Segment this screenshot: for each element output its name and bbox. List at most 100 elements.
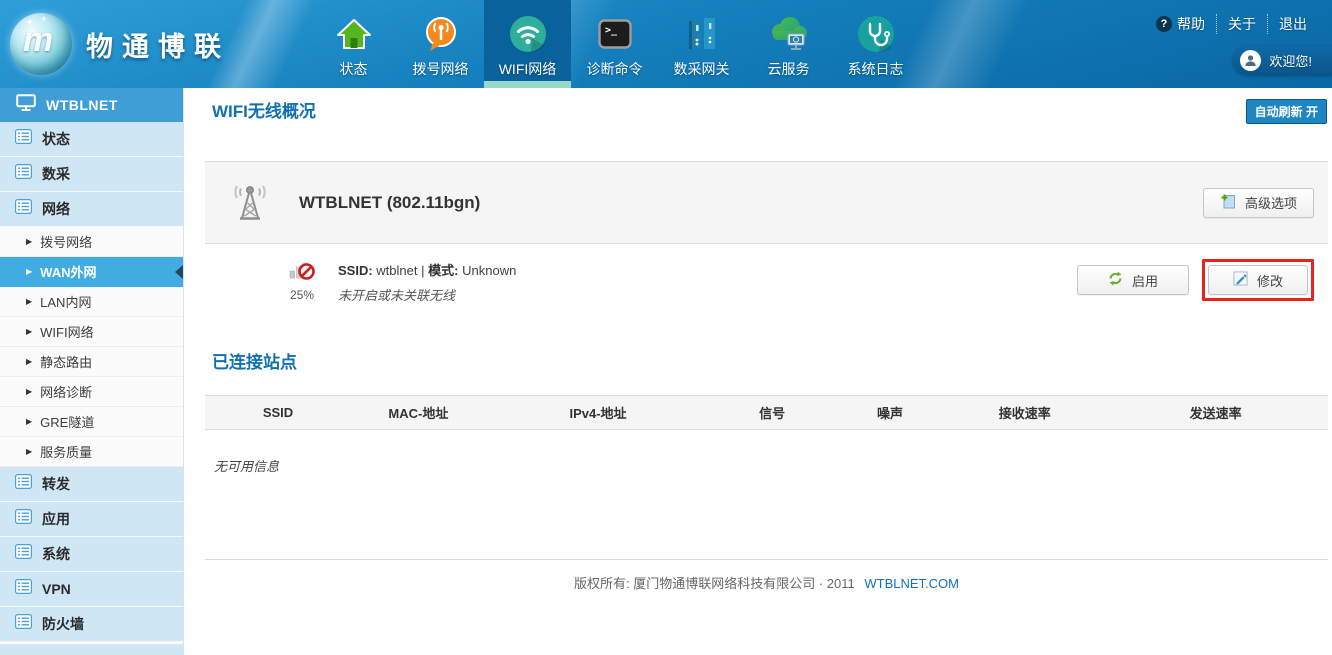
ssid-label: SSID: [338, 263, 373, 278]
wifi-status-row: 25% SSID: wtblnet | 模式: Unknown 未开启或未关联无… [205, 244, 1328, 322]
logo-sphere-icon: m ✦ ✦ [10, 13, 72, 75]
list-icon [15, 129, 32, 149]
question-icon: ? [1156, 16, 1172, 32]
welcome-badge[interactable]: 欢迎您! [1233, 46, 1332, 75]
main-nav: 状态 拨号网络 [310, 0, 919, 88]
home-icon [336, 14, 372, 54]
server-cabinet-icon [685, 14, 719, 54]
selected-notch-icon [175, 265, 183, 279]
sidebar-item-vpn[interactable]: VPN [0, 572, 183, 607]
mode-value: Unknown [462, 263, 516, 278]
list-icon [15, 614, 32, 634]
list-icon [15, 509, 32, 529]
sidebar-item-gre-tunnel[interactable]: ▶ GRE隧道 [0, 407, 183, 437]
caret-right-icon: ▶ [26, 268, 32, 276]
sidebar-item-status[interactable]: 状态 [0, 122, 183, 157]
sidebar-item-system[interactable]: 系统 [0, 537, 183, 572]
sidebar-item-dial-network[interactable]: ▶ 拨号网络 [0, 227, 183, 257]
nav-dial-network[interactable]: 拨号网络 [397, 0, 484, 88]
sidebar-item-application[interactable]: 应用 [0, 502, 183, 537]
copyright-text: 版权所有: 厦门物通博联网络科技有限公司 · 2011 [574, 576, 855, 591]
enable-button[interactable]: 启用 [1077, 265, 1189, 295]
list-icon [15, 164, 32, 184]
add-page-icon [1220, 193, 1236, 212]
site-link[interactable]: WTBLNET.COM [864, 576, 959, 591]
sidebar-device-header: WTBLNET [0, 88, 183, 122]
sidebar-item-wan[interactable]: ▶ WAN外网 [0, 257, 183, 287]
brand-name: 物通博联 [86, 25, 230, 64]
signal-block: 25% [282, 257, 322, 302]
modify-button[interactable]: 修改 [1208, 265, 1308, 295]
caret-right-icon: ▶ [26, 448, 32, 456]
caret-right-icon: ▶ [26, 298, 32, 306]
nav-diagnostic-command[interactable]: >_ 诊断命令 [571, 0, 658, 88]
sidebar-item-firewall[interactable]: 防火墙 [0, 607, 183, 642]
no-data-message: 无可用信息 [214, 456, 1328, 475]
separator: | [421, 263, 424, 278]
nav-status[interactable]: 状态 [310, 0, 397, 88]
col-signal: 信号 [710, 396, 834, 430]
col-rx-rate: 接收速率 [946, 396, 1103, 430]
caret-right-icon: ▶ [26, 388, 32, 396]
col-noise: 噪声 [834, 396, 946, 430]
list-icon [15, 474, 32, 494]
ssid-info: SSID: wtblnet | 模式: Unknown 未开启或未关联无线 [338, 257, 516, 304]
signal-percent: 25% [282, 288, 322, 302]
nav-system-log[interactable]: 系统日志 [832, 0, 919, 88]
user-icon [1240, 50, 1261, 71]
utility-links: ? 帮助 关于 退出 [1145, 14, 1318, 34]
stations-table: SSID MAC-地址 IPv4-地址 信号 噪声 接收速率 发送速率 [205, 395, 1328, 430]
list-icon [15, 579, 32, 599]
nav-data-gateway[interactable]: 数采网关 [658, 0, 745, 88]
sidebar-item-network[interactable]: 网络 [0, 192, 183, 227]
help-link[interactable]: ? 帮助 [1145, 14, 1216, 34]
device-name: WTBLNET [46, 97, 118, 113]
advanced-options-button[interactable]: 高级选项 [1203, 188, 1314, 218]
sidebar-item-wifi[interactable]: ▶ WIFI网络 [0, 317, 183, 347]
ssid-line: SSID: wtblnet | 模式: Unknown [338, 260, 516, 279]
mode-label: 模式: [428, 263, 458, 278]
sidebar-item-qos[interactable]: ▶ 服务质量 [0, 437, 183, 467]
router-admin-window: m ✦ ✦ 物通博联 状态 [0, 0, 1332, 655]
top-bar: m ✦ ✦ 物通博联 状态 [0, 0, 1332, 88]
caret-right-icon: ▶ [26, 418, 32, 426]
col-tx-rate: 发送速率 [1103, 396, 1328, 430]
nav-wifi-network[interactable]: WIFI网络 [484, 0, 571, 88]
wifi-status-text: 未开启或未关联无线 [338, 285, 516, 304]
sidebar-item-lan[interactable]: ▶ LAN内网 [0, 287, 183, 317]
refresh-icon [1108, 271, 1123, 289]
dial-network-icon [423, 14, 459, 54]
sidebar-item-forwarding[interactable]: 转发 [0, 467, 183, 502]
caret-right-icon: ▶ [26, 358, 32, 366]
nav-cloud-service[interactable]: 云服务 [745, 0, 832, 88]
stations-header-row: SSID MAC-地址 IPv4-地址 信号 噪声 接收速率 发送速率 [205, 396, 1328, 430]
cloud-icon [768, 14, 810, 54]
stethoscope-icon [857, 14, 895, 54]
monitor-icon [16, 94, 36, 117]
caret-right-icon: ▶ [26, 238, 32, 246]
page-title: WIFI无线概况 [212, 97, 1328, 122]
svg-text:>_: >_ [605, 25, 618, 36]
about-link[interactable]: 关于 [1216, 14, 1267, 34]
list-icon [15, 199, 32, 219]
list-icon [15, 544, 32, 564]
antenna-tower-icon [229, 178, 271, 227]
brand-logo: m ✦ ✦ 物通博联 [0, 0, 310, 88]
ssid-value: wtblnet [376, 263, 417, 278]
highlight-box: 修改 [1202, 259, 1314, 301]
col-ipv4-address: IPv4-地址 [486, 396, 711, 430]
sidebar-filler [0, 642, 183, 655]
footer-divider [205, 559, 1328, 560]
sidebar-item-network-diagnosis[interactable]: ▶ 网络诊断 [0, 377, 183, 407]
wifi-device-header: WTBLNET (802.11bgn) 高级选项 [205, 161, 1328, 244]
auto-refresh-toggle[interactable]: 自动刷新 开 [1246, 99, 1327, 124]
sidebar-item-data-acquisition[interactable]: 数采 [0, 157, 183, 192]
wifi-action-buttons: 启用 修改 [1077, 257, 1314, 301]
caret-right-icon: ▶ [26, 328, 32, 336]
main-content: WIFI无线概况 自动刷新 开 WTBLNET (802.11bgn [184, 88, 1332, 655]
col-ssid: SSID [205, 396, 351, 430]
sidebar-item-static-route[interactable]: ▶ 静态路由 [0, 347, 183, 377]
logout-link[interactable]: 退出 [1267, 14, 1318, 34]
terminal-icon: >_ [598, 14, 632, 54]
connected-stations-title: 已连接站点 [212, 348, 1328, 373]
